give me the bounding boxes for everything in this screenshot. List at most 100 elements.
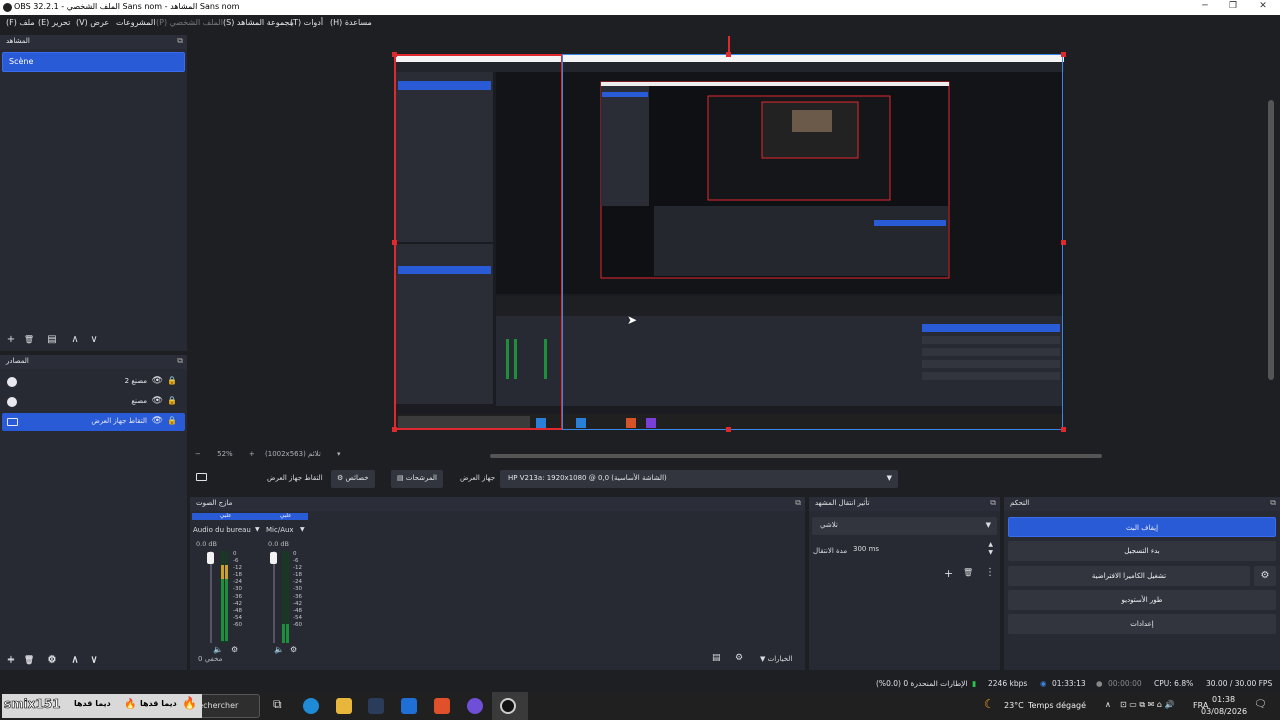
menu-help[interactable]: (H) مساعدة bbox=[330, 18, 372, 27]
virtual-camera-gear-icon[interactable]: ⚙ bbox=[1254, 566, 1276, 586]
preview-vertical-scrollbar[interactable] bbox=[1268, 100, 1274, 380]
lock-icon[interactable]: 🔒 bbox=[167, 396, 177, 405]
source-bounding-box[interactable] bbox=[394, 54, 563, 430]
discord-icon[interactable] bbox=[467, 698, 483, 714]
remove-transition-icon[interactable]: 🗑 bbox=[963, 568, 973, 577]
edge-browser-icon[interactable] bbox=[303, 698, 319, 714]
tick: -24 bbox=[293, 579, 302, 586]
speaker-icon[interactable]: 🔈 bbox=[213, 645, 223, 654]
mixer-toolbar: + 🗑 ⚙ ∧ ∨ bbox=[0, 652, 187, 670]
add-icon[interactable]: + bbox=[4, 654, 18, 668]
source-row-selected[interactable]: التقاط جهاز العرض 👁 🔒 bbox=[2, 413, 185, 431]
studio-mode-button[interactable]: طور الأستوديو bbox=[1008, 590, 1276, 610]
add-transition-icon[interactable]: + bbox=[944, 567, 953, 580]
lock-icon[interactable]: 🔒 bbox=[167, 376, 177, 385]
zoom-in-button[interactable]: + bbox=[249, 450, 255, 458]
undock-icon[interactable]: ⧉ bbox=[1270, 498, 1276, 508]
file-explorer-icon[interactable] bbox=[336, 698, 352, 714]
channel-settings-icon[interactable]: ⚙ bbox=[231, 645, 238, 654]
chevron-down-icon[interactable]: ▼ bbox=[255, 526, 260, 533]
gear-icon: ⚙ bbox=[337, 474, 344, 482]
clock-date[interactable]: 03/08/2026 bbox=[1201, 707, 1247, 716]
gear-icon[interactable]: ⚙ bbox=[45, 654, 59, 668]
mixer-options-button[interactable]: ▼ الخيارات bbox=[760, 655, 792, 663]
add-scene-icon[interactable]: + bbox=[4, 333, 18, 347]
clock-time[interactable]: 01:38 bbox=[1212, 695, 1235, 704]
chevron-down-icon[interactable]: ▼ bbox=[300, 526, 305, 533]
menu-scene-collection[interactable]: (S) مجموعة المشاهد bbox=[223, 18, 294, 27]
volume-fader-track[interactable] bbox=[273, 551, 275, 643]
resize-handle[interactable] bbox=[726, 427, 731, 432]
settings-button[interactable]: إعدادات bbox=[1008, 614, 1276, 634]
speaker-icon[interactable]: 🔈 bbox=[274, 645, 284, 654]
chevron-up-icon[interactable]: ∧ bbox=[1105, 700, 1111, 709]
close-button[interactable]: ✕ bbox=[1248, 1, 1278, 11]
maximize-button[interactable]: ❐ bbox=[1218, 1, 1248, 11]
properties-button[interactable]: ⚙ خصائص bbox=[331, 470, 375, 488]
tray-icons[interactable]: ⊡ ▭ ⧉ ✉ ⌂ 🔊 bbox=[1120, 700, 1174, 710]
fire-icon: 🔥 bbox=[182, 696, 197, 710]
tick: -18 bbox=[233, 572, 242, 579]
transition-type-select[interactable]: تلاشي ▼ bbox=[812, 517, 997, 535]
volume-fader-knob[interactable] bbox=[270, 552, 277, 564]
move-scene-down-icon[interactable]: ∨ bbox=[87, 333, 101, 347]
resize-handle[interactable] bbox=[392, 427, 397, 432]
source-row[interactable]: مصنع 👁 🔒 bbox=[2, 393, 185, 411]
layout-icon[interactable]: ▤ bbox=[712, 653, 721, 663]
menu-tools[interactable]: (T) أدوات bbox=[290, 18, 323, 27]
start-recording-button[interactable]: بدء التسجيل bbox=[1008, 541, 1276, 561]
volume-fader-track[interactable] bbox=[210, 551, 212, 643]
duration-spinbox[interactable]: 300 ms ▲ ▼ bbox=[849, 541, 997, 559]
undock-icon[interactable]: ⧉ bbox=[177, 36, 183, 46]
menu-docks[interactable]: المشروعات bbox=[116, 18, 155, 27]
scene-filter-icon[interactable]: ▤ bbox=[45, 333, 59, 347]
resize-handle[interactable] bbox=[392, 240, 397, 245]
source-row[interactable]: مصنع 2 👁 🔒 bbox=[2, 373, 185, 391]
obs-taskbar-icon[interactable] bbox=[500, 698, 516, 714]
move-scene-up-icon[interactable]: ∧ bbox=[68, 333, 82, 347]
minimize-button[interactable]: ─ bbox=[1190, 1, 1220, 11]
lock-icon[interactable]: 🔒 bbox=[167, 416, 177, 425]
undock-icon[interactable]: ⧉ bbox=[795, 498, 801, 508]
display-select[interactable]: HP V213a: 1920x1080 @ 0,0 (الشاشة الأساس… bbox=[500, 470, 898, 488]
resize-handle[interactable] bbox=[1061, 427, 1066, 432]
visibility-eye-icon[interactable]: 👁 bbox=[152, 376, 163, 386]
notification-icon[interactable]: 🗨 bbox=[1254, 699, 1267, 710]
spin-arrows-icon[interactable]: ▲ ▼ bbox=[988, 541, 993, 557]
menu-edit[interactable]: (E) تحرير bbox=[38, 18, 70, 27]
resize-handle[interactable] bbox=[1061, 52, 1066, 57]
gear-icon[interactable]: ⚙ bbox=[735, 653, 743, 663]
rotation-handle[interactable] bbox=[728, 36, 730, 54]
task-view-icon[interactable]: ⧉ bbox=[273, 697, 282, 712]
up-icon[interactable]: ∧ bbox=[68, 654, 82, 668]
down-icon[interactable]: ∨ bbox=[87, 654, 101, 668]
preview-horizontal-scrollbar[interactable] bbox=[490, 454, 1102, 458]
scene-item[interactable]: Scène bbox=[2, 52, 185, 72]
store-icon[interactable] bbox=[368, 698, 384, 714]
volume-fader-knob[interactable] bbox=[207, 552, 214, 564]
window-title: OBS 32.2.1 - الملف الشخصي Sans nom - الم… bbox=[14, 2, 240, 11]
obs-app-icon bbox=[3, 3, 12, 12]
more-options-icon[interactable]: ⋮ bbox=[985, 567, 995, 578]
remove-scene-icon[interactable]: 🗑 bbox=[22, 333, 36, 347]
menu-file[interactable]: (F) ملف bbox=[6, 18, 35, 27]
stream-overlay-banner: smix151 ديما قدها bbox=[2, 694, 120, 718]
visibility-eye-icon[interactable]: 👁 bbox=[152, 416, 163, 426]
mail-icon[interactable] bbox=[401, 698, 417, 714]
visibility-eye-icon[interactable]: 👁 bbox=[152, 396, 163, 406]
filters-button[interactable]: ▤ المرشحات bbox=[391, 470, 443, 488]
source-bounding-box-blue[interactable] bbox=[562, 54, 1063, 430]
zoom-dropdown[interactable]: ▾ bbox=[337, 450, 341, 458]
channel-settings-icon[interactable]: ⚙ bbox=[290, 645, 297, 654]
resize-handle[interactable] bbox=[1061, 240, 1066, 245]
brave-browser-icon[interactable] bbox=[434, 698, 450, 714]
zoom-out-button[interactable]: − bbox=[195, 450, 201, 458]
remove-icon[interactable]: 🗑 bbox=[22, 654, 36, 668]
resize-handle[interactable] bbox=[392, 52, 397, 57]
undock-icon[interactable]: ⧉ bbox=[177, 356, 183, 366]
start-virtual-camera-button[interactable]: تشغيل الكاميرا الافتراضية bbox=[1008, 566, 1250, 586]
menu-profile[interactable]: (P) الملف الشخصي bbox=[156, 18, 223, 27]
stop-streaming-button[interactable]: إيقاف البث bbox=[1008, 517, 1276, 537]
menu-view[interactable]: (V) عرض bbox=[76, 18, 109, 27]
undock-icon[interactable]: ⧉ bbox=[990, 498, 996, 508]
